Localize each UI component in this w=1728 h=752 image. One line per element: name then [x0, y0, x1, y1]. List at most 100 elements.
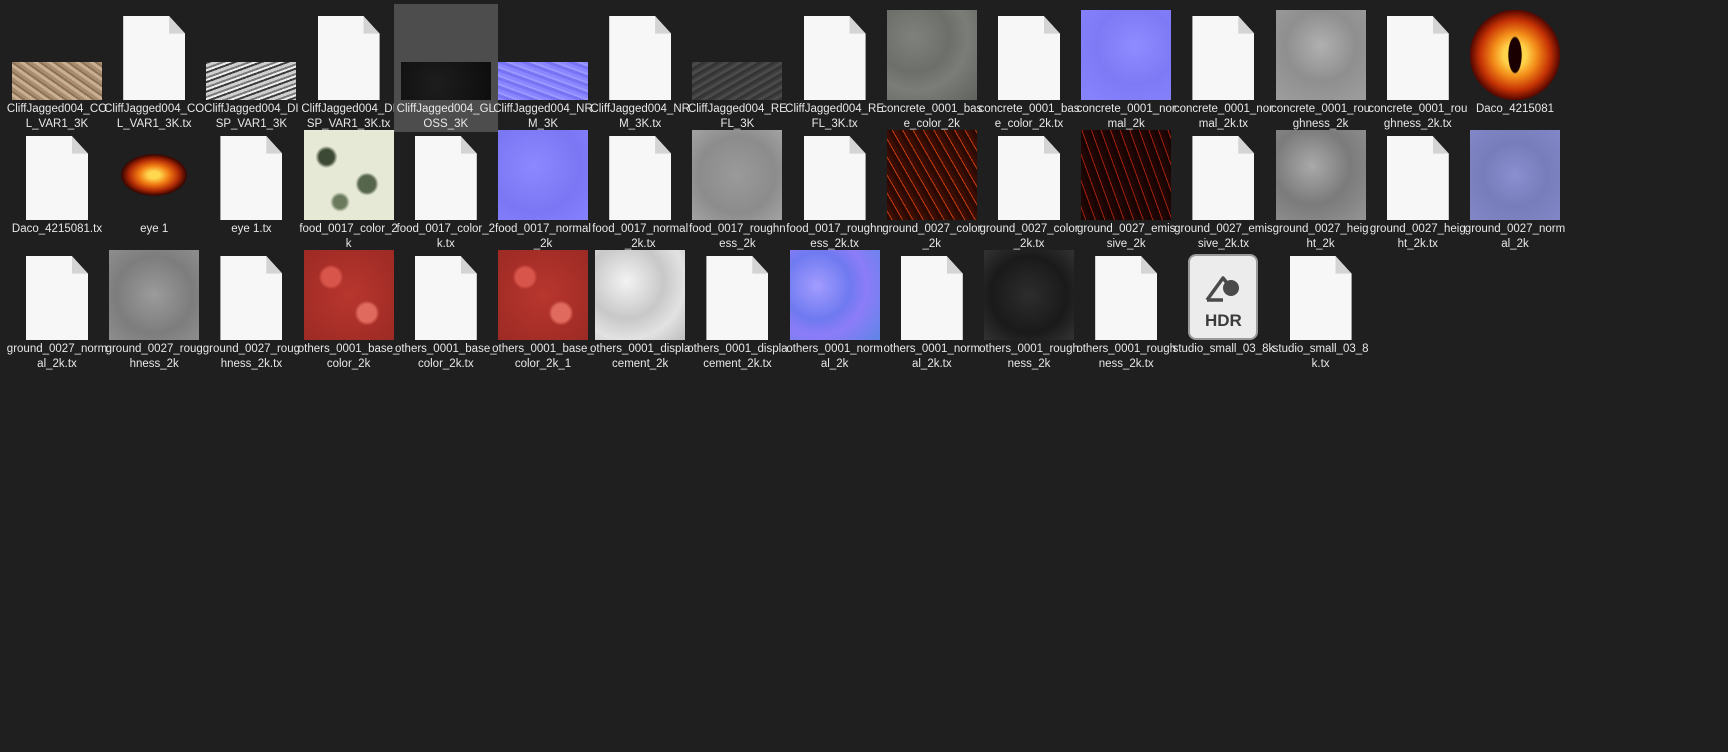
others-normal-thumbnail-icon [789, 250, 880, 340]
file-item[interactable]: CliffJagged004_DISP_VAR1_3K.tx [297, 4, 401, 132]
file-item[interactable]: eye 1 [102, 124, 206, 252]
file-item[interactable]: others_0001_base_color_2k_1 [491, 244, 595, 372]
file-item[interactable]: CliffJagged004_NRM_3K [491, 4, 595, 132]
file-item[interactable]: ground_0027_color_2k [880, 124, 984, 252]
file-item[interactable]: ground_0027_roughness_2k.tx [199, 244, 303, 372]
file-item[interactable]: HDR studio_small_03_8k [1171, 244, 1275, 372]
file-thumbnail [199, 12, 303, 100]
file-thumbnail [880, 130, 984, 220]
file-item[interactable]: others_0001_roughness_2k.tx [1074, 244, 1178, 372]
file-item[interactable]: others_0001_normal_2k [783, 244, 887, 372]
document-icon [317, 16, 380, 100]
file-item[interactable]: ground_0027_height_2k.tx [1366, 124, 1470, 252]
ground-emissive-thumbnail-icon [1081, 130, 1172, 220]
file-item[interactable]: concrete_0001_normal_2k.tx [1171, 4, 1275, 132]
file-thumbnail [102, 12, 206, 100]
file-item[interactable]: ground_0027_height_2k [1269, 124, 1373, 252]
file-item[interactable]: food_0017_roughness_2k [685, 124, 789, 252]
file-item[interactable]: CliffJagged004_GLOSS_3K [393, 4, 498, 132]
others-roughness-thumbnail-icon [984, 250, 1074, 340]
file-item[interactable]: concrete_0001_roughness_2k.tx [1366, 4, 1470, 132]
food-color-thumbnail-icon [303, 130, 394, 220]
file-item[interactable]: concrete_0001_normal_2k [1074, 4, 1178, 132]
file-item[interactable]: others_0001_displacement_2k [588, 244, 692, 372]
file-item[interactable]: CliffJagged004_COL_VAR1_3K [5, 4, 109, 132]
file-item[interactable]: Daco_4215081 [1463, 4, 1567, 132]
file-item[interactable]: others_0001_roughness_2k [977, 244, 1081, 372]
file-item[interactable]: CliffJagged004_NRM_3K.tx [588, 4, 692, 132]
cliff-gloss-thumbnail-icon [400, 62, 491, 100]
file-item[interactable]: CliffJagged004_REFL_3K [685, 4, 789, 132]
file-name-label: Daco_4215081 [1475, 103, 1554, 115]
file-thumbnail [1463, 10, 1567, 100]
file-item[interactable]: CliffJagged004_DISP_VAR1_3K [199, 4, 303, 132]
file-item[interactable]: ground_0027_normal_2k.tx [5, 244, 109, 372]
file-item[interactable]: food_0017_color_2k [297, 124, 401, 252]
file-item[interactable]: ground_0027_normal_2k [1463, 124, 1567, 252]
file-name-label: others_0001_base_color_2k_1 [492, 343, 594, 370]
document-icon [1095, 256, 1158, 340]
file-name-label: ground_0027_roughness_2k.tx [202, 343, 300, 370]
file-item[interactable]: Daco_4215081.tx [5, 124, 109, 252]
document-icon [26, 136, 88, 220]
file-item[interactable]: food_0017_normal_2k.tx [588, 124, 692, 252]
file-item[interactable]: concrete_0001_base_color_2k [880, 4, 984, 132]
file-thumbnail [102, 130, 206, 220]
file-item[interactable]: CliffJagged004_REFL_3K.tx [783, 4, 887, 132]
file-thumbnail [394, 132, 498, 220]
file-item[interactable]: food_0017_color_2k.tx [394, 124, 498, 252]
document-icon [414, 136, 477, 220]
food-roughness-thumbnail-icon [692, 130, 783, 220]
file-thumbnail [880, 10, 984, 100]
document-icon [998, 136, 1060, 220]
file-grid: CliffJagged004_COL_VAR1_3K CliffJagged004… [0, 0, 1728, 752]
file-item[interactable]: eye 1.tx [199, 124, 303, 252]
concrete-normal-thumbnail-icon [1081, 10, 1172, 100]
file-item[interactable]: concrete_0001_base_color_2k.tx [977, 4, 1081, 132]
file-thumbnail [1074, 252, 1178, 340]
file-item[interactable]: ground_0027_color_2k.tx [977, 124, 1081, 252]
file-thumbnail [588, 12, 692, 100]
file-name-label: others_0001_normal_2k [786, 343, 883, 370]
file-thumbnail [1074, 130, 1178, 220]
concrete-color-thumbnail-icon [886, 10, 977, 100]
file-name-label: others_0001_displacement_2k.tx [687, 343, 788, 370]
fiery-eye-thumbnail-icon [1470, 10, 1560, 100]
file-thumbnail [491, 250, 595, 340]
file-thumbnail [588, 132, 692, 220]
file-name-label: eye 1 [140, 223, 169, 235]
file-name-label: others_0001_normal_2k.tx [883, 343, 981, 370]
file-thumbnail [297, 130, 401, 220]
file-item[interactable]: CliffJagged004_COL_VAR1_3K.tx [102, 4, 206, 132]
file-item[interactable]: ground_0027_emissive_2k [1074, 124, 1178, 252]
file-item[interactable]: others_0001_base_color_2k.tx [394, 244, 498, 372]
document-icon [609, 16, 672, 100]
file-thumbnail [1074, 10, 1178, 100]
file-item[interactable]: others_0001_displacement_2k.tx [685, 244, 789, 372]
hdr-badge-label: HDR [1204, 311, 1242, 330]
file-thumbnail: HDR [1171, 252, 1275, 340]
file-thumbnail [297, 250, 401, 340]
document-icon [123, 16, 186, 100]
document-icon [803, 16, 866, 100]
cliff-color-thumbnail-icon [12, 62, 102, 100]
document-icon [26, 256, 88, 340]
file-item[interactable]: ground_0027_emissive_2k.tx [1171, 124, 1275, 252]
food-normal-thumbnail-icon [498, 130, 588, 220]
ground-color-thumbnail-icon [886, 130, 977, 220]
cliff-reflection-thumbnail-icon [692, 62, 783, 100]
file-thumbnail [394, 252, 498, 340]
file-item[interactable]: food_0017_normal_2k [491, 124, 595, 252]
document-icon [1192, 136, 1255, 220]
file-item[interactable]: studio_small_03_8k.tx [1269, 244, 1373, 372]
file-name-label: others_0001_base_color_2k [297, 343, 400, 370]
file-item[interactable]: ground_0027_roughness_2k [102, 244, 206, 372]
file-thumbnail [1171, 132, 1275, 220]
file-item[interactable]: food_0017_roughness_2k.tx [783, 124, 887, 252]
file-item[interactable]: others_0001_normal_2k.tx [880, 244, 984, 372]
file-name-label: studio_small_03_8k.tx [1272, 343, 1369, 370]
file-item[interactable]: others_0001_base_color_2k [297, 244, 401, 372]
file-thumbnail [5, 12, 109, 100]
file-item[interactable]: concrete_0001_roughness_2k [1269, 4, 1373, 132]
file-name-label: ground_0027_normal_2k [1464, 223, 1566, 250]
